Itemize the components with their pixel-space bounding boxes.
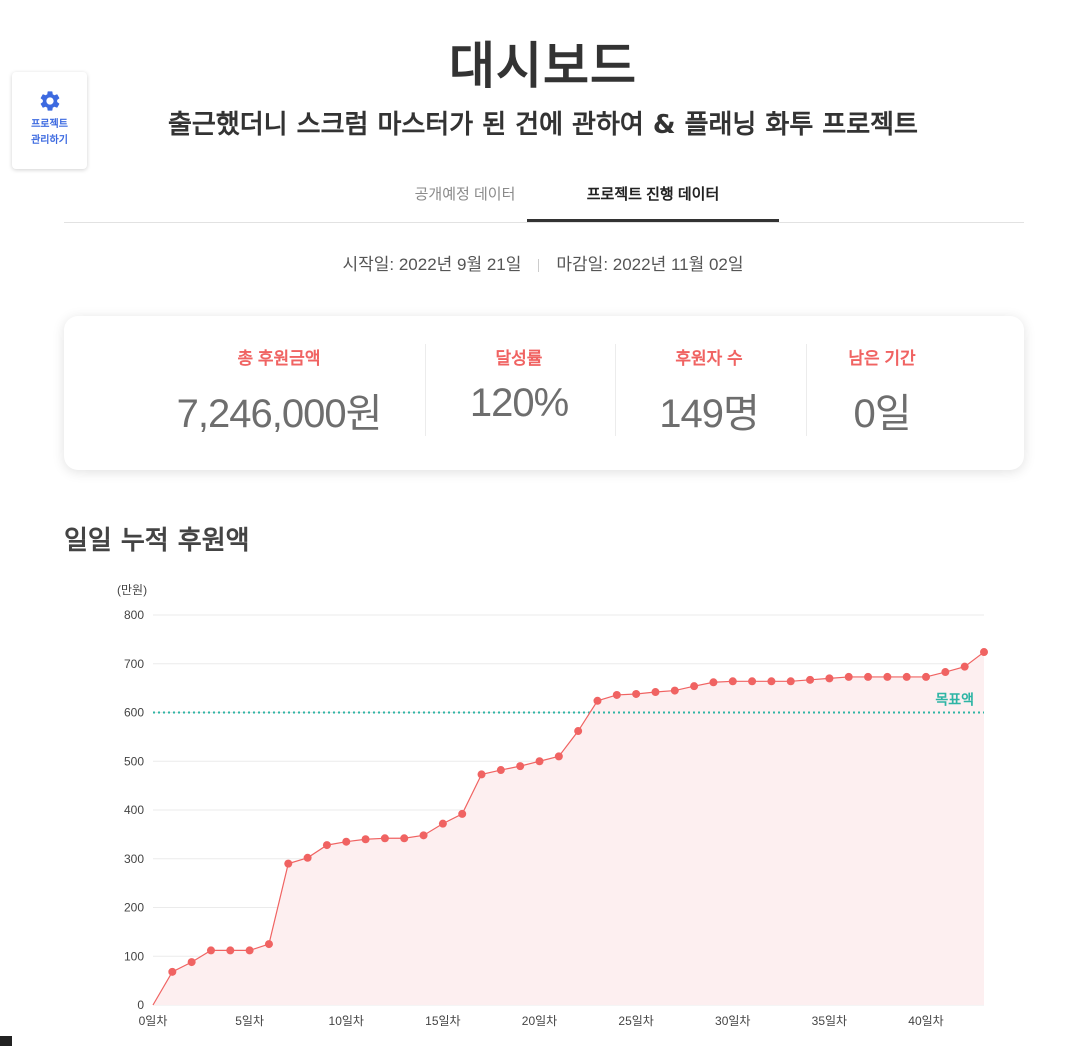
y-tick-label: 600: [124, 706, 144, 720]
x-tick-label: 40일차: [908, 1014, 943, 1028]
data-point: [844, 672, 853, 681]
goal-label: 목표액: [935, 692, 974, 709]
x-tick-label: 30일차: [715, 1014, 750, 1028]
area-fill: [153, 652, 984, 1005]
x-tick-label: 0일차: [139, 1014, 168, 1028]
data-point: [516, 762, 525, 771]
data-point: [458, 809, 467, 818]
stat-label: 달성률: [495, 349, 543, 368]
data-point: [322, 841, 331, 850]
y-tick-label: 400: [124, 803, 144, 817]
data-point: [651, 688, 660, 697]
tab-bar: 공개예정 데이터 프로젝트 진행 데이터: [64, 172, 1024, 223]
x-tick-label: 35일차: [812, 1014, 847, 1028]
data-point: [593, 696, 602, 705]
data-point: [709, 678, 718, 687]
date-divider: [538, 259, 540, 273]
data-point: [226, 946, 235, 955]
stat-achievement-rate: 달성률 120%: [444, 344, 594, 426]
data-point: [535, 757, 544, 766]
y-tick-label: 800: [124, 608, 144, 622]
stat-value: 7,246,000원: [176, 392, 383, 436]
x-tick-label: 20일차: [522, 1014, 557, 1028]
window-corner: [0, 1036, 12, 1046]
stat-remaining-days: 남은 기간 0일: [822, 344, 942, 439]
data-point: [574, 727, 583, 736]
data-point: [342, 837, 351, 846]
y-tick-label: 500: [124, 754, 144, 768]
data-point: [980, 648, 988, 657]
x-tick-label: 15일차: [425, 1014, 460, 1028]
data-point: [883, 672, 892, 681]
data-point: [187, 958, 196, 967]
stat-value: 149명: [659, 392, 760, 436]
stats-card: 총 후원금액 7,246,000원 달성률 120% 후원자 수 149명 남은…: [64, 316, 1024, 470]
data-point: [864, 672, 873, 681]
stat-label: 후원자 수: [675, 349, 743, 368]
data-point: [245, 946, 254, 955]
data-point: [941, 668, 950, 677]
x-tick-label: 5일차: [235, 1014, 264, 1028]
stat-divider: [425, 344, 426, 436]
stat-value: 0일: [853, 392, 911, 436]
tab-progress-data[interactable]: 프로젝트 진행 데이터: [527, 172, 779, 222]
data-point: [438, 819, 447, 828]
start-date: 시작일: 2022년 9월 21일: [342, 255, 522, 274]
y-tick-label: 300: [124, 852, 144, 866]
x-tick-label: 10일차: [329, 1014, 364, 1028]
data-point: [419, 831, 428, 840]
data-point: [767, 677, 776, 686]
project-dates: 시작일: 2022년 9월 21일 마감일: 2022년 11월 02일: [0, 250, 1086, 275]
chart-section-title: 일일 누적 후원액: [64, 526, 250, 556]
cumulative-funding-chart: (만원) 0 100 200 300 400 500 600 700 800 0일차 5일차 10일차 1…: [117, 583, 988, 1028]
data-point: [825, 674, 834, 683]
stat-total-amount: 총 후원금액 7,246,000원: [154, 344, 404, 439]
stat-divider: [615, 344, 616, 436]
data-point: [728, 677, 737, 686]
x-tick-label: 25일차: [618, 1014, 653, 1028]
data-point: [400, 834, 409, 843]
data-point: [380, 834, 389, 843]
stat-divider: [806, 344, 807, 436]
data-point: [748, 677, 757, 686]
y-tick-label: 700: [124, 657, 144, 671]
y-axis-unit: (만원): [117, 583, 147, 597]
end-date: 마감일: 2022년 11월 02일: [556, 255, 744, 274]
y-tick-label: 100: [124, 949, 144, 963]
data-point: [922, 672, 931, 681]
stat-label: 총 후원금액: [237, 349, 321, 368]
data-point: [690, 682, 699, 691]
data-point: [264, 940, 273, 949]
data-point: [670, 686, 679, 695]
data-point: [554, 752, 563, 761]
data-point: [960, 662, 969, 671]
data-point: [303, 853, 312, 862]
y-tick-label: 0: [137, 998, 144, 1012]
data-point: [284, 859, 293, 868]
page-title: 대시보드: [449, 37, 637, 95]
data-point: [168, 967, 177, 976]
project-title: 출근했더니 스크럼 마스터가 된 건에 관하여 & 플래닝 화투 프로젝트: [168, 110, 918, 140]
y-tick-label: 200: [124, 901, 144, 915]
data-point: [361, 835, 370, 844]
data-point: [206, 946, 215, 955]
data-point: [632, 689, 641, 698]
data-point: [786, 677, 795, 686]
stat-label: 남은 기간: [848, 349, 916, 368]
data-point: [806, 675, 815, 684]
data-point: [902, 672, 911, 681]
data-point: [612, 690, 621, 699]
data-point: [477, 770, 486, 779]
stat-backer-count: 후원자 수 149명: [634, 344, 784, 439]
stat-value: 120%: [469, 381, 569, 425]
data-point: [496, 766, 505, 775]
